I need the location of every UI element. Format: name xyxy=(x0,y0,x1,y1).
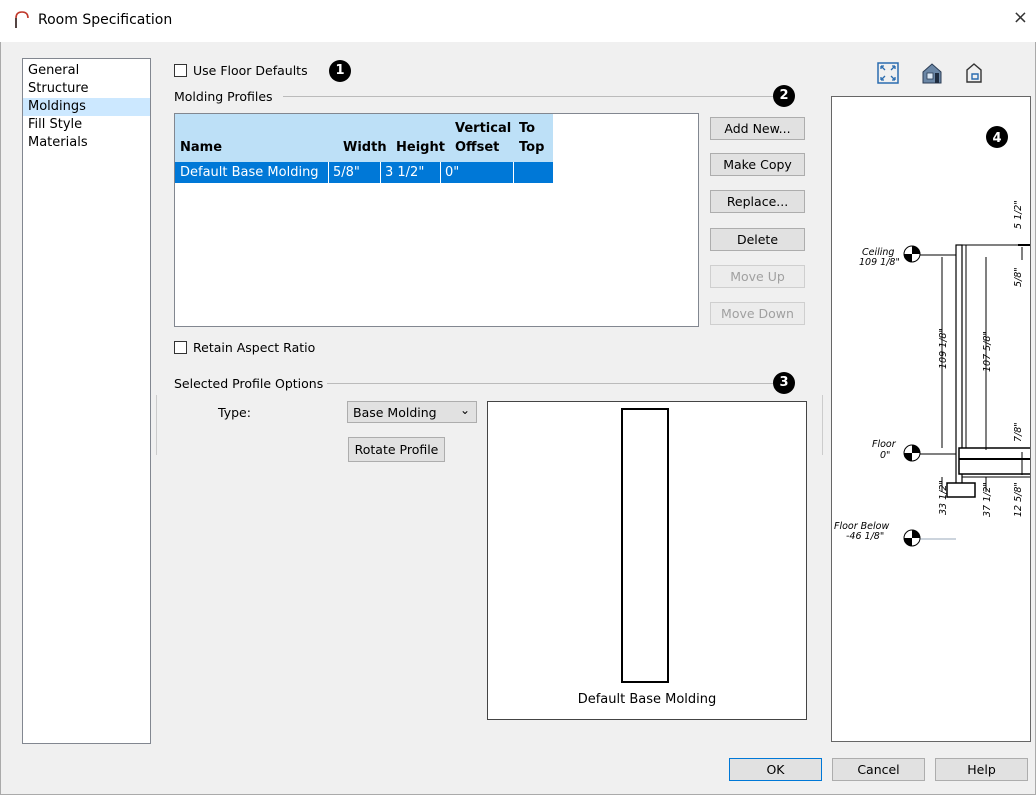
ceiling-value: 109 1/8" xyxy=(859,257,900,268)
column-to[interactable]: To xyxy=(519,121,535,137)
elevation-icon[interactable] xyxy=(962,61,986,85)
use-floor-defaults-checkbox[interactable] xyxy=(174,64,187,77)
cell-separator xyxy=(328,162,329,183)
chevron-down-icon: ⌄ xyxy=(459,403,470,417)
cell-separator xyxy=(440,162,441,183)
dim-109: 109 1/8" xyxy=(938,328,949,369)
callout-4: 4 xyxy=(992,131,1001,146)
column-height[interactable]: Height xyxy=(396,140,445,156)
dim-12: 12 5/8" xyxy=(1013,482,1024,517)
section-view-drawing: 4 Ceiling 109 1/8" Floor 0" Floor Below … xyxy=(834,126,1030,547)
window-title: Room Specification xyxy=(38,12,173,28)
category-list[interactable]: General Structure Moldings Fill Style Ma… xyxy=(22,58,151,744)
cell-vertical-offset: 0" xyxy=(445,165,460,180)
add-new-button[interactable]: Add New... xyxy=(710,117,805,140)
molding-profile-shape xyxy=(621,408,669,683)
column-vertical[interactable]: Vertical xyxy=(455,121,511,137)
sidebar-item-structure[interactable]: Structure xyxy=(23,80,150,98)
floor-value: 0" xyxy=(880,450,890,461)
cell-separator xyxy=(380,162,381,183)
make-copy-button[interactable]: Make Copy xyxy=(710,153,805,176)
table-header: Name Width Height Vertical Offset To Top xyxy=(175,114,553,162)
retain-aspect-ratio-checkbox[interactable] xyxy=(174,341,187,354)
cell-name: Default Base Molding xyxy=(180,165,319,180)
callout-3: 3 xyxy=(773,372,795,394)
retain-aspect-ratio-label: Retain Aspect Ratio xyxy=(193,340,316,355)
cell-separator xyxy=(513,162,514,183)
splitter-right[interactable] xyxy=(822,395,823,455)
close-icon[interactable]: × xyxy=(1013,7,1028,28)
sidebar-item-fill-style[interactable]: Fill Style xyxy=(23,116,150,134)
callout-2: 2 xyxy=(773,85,795,107)
house-icon[interactable] xyxy=(920,61,944,85)
column-name[interactable]: Name xyxy=(180,140,222,156)
move-down-button[interactable]: Move Down xyxy=(710,302,805,325)
profile-preview-label: Default Base Molding xyxy=(577,692,717,707)
selected-profile-options-label: Selected Profile Options xyxy=(174,376,324,391)
floor-label: Floor xyxy=(872,439,897,450)
molding-profiles-table[interactable]: Name Width Height Vertical Offset To Top… xyxy=(174,113,699,327)
use-floor-defaults-label: Use Floor Defaults xyxy=(193,63,308,78)
profile-preview: Default Base Molding xyxy=(487,401,807,720)
type-select-value: Base Molding xyxy=(353,405,437,420)
ceiling-marker xyxy=(903,245,921,263)
type-select[interactable]: Base Molding ⌄ xyxy=(347,401,477,423)
arch-icon xyxy=(15,11,29,28)
help-button[interactable]: Help xyxy=(935,758,1028,781)
dim-five-eighths: 5/8" xyxy=(1013,267,1024,287)
replace-button[interactable]: Replace... xyxy=(710,190,805,213)
molding-profiles-label: Molding Profiles xyxy=(174,89,273,104)
floor-marker xyxy=(903,444,921,462)
section-view-preview: 4 Ceiling 109 1/8" Floor 0" Floor Below … xyxy=(831,96,1031,742)
molding-profiles-divider xyxy=(283,96,773,97)
dim-107: 107 5/8" xyxy=(982,331,993,372)
type-label: Type: xyxy=(218,405,251,420)
sidebar-item-moldings[interactable]: Moldings xyxy=(23,98,150,116)
cell-height: 3 1/2" xyxy=(385,165,425,180)
ok-button[interactable]: OK xyxy=(729,758,822,781)
dim-top: 5 1/2" xyxy=(1013,200,1024,229)
sidebar-item-general[interactable]: General xyxy=(23,62,150,80)
delete-button[interactable]: Delete xyxy=(710,228,805,251)
column-width[interactable]: Width xyxy=(343,140,387,156)
selected-profile-options-divider xyxy=(327,383,773,384)
cancel-button[interactable]: Cancel xyxy=(832,758,925,781)
column-offset: Offset xyxy=(455,140,500,155)
dim-33: 33 1/2" xyxy=(938,480,949,515)
cell-width: 5/8" xyxy=(333,165,360,180)
table-row[interactable]: Default Base Molding 5/8" 3 1/2" 0" xyxy=(175,162,553,183)
fill-window-icon[interactable] xyxy=(876,61,900,85)
splitter-left[interactable] xyxy=(156,395,157,455)
floor-below-value: -46 1/8" xyxy=(846,531,884,542)
column-top: Top xyxy=(519,140,545,155)
title-bar: Room Specification × xyxy=(0,0,1036,42)
callout-1: 1 xyxy=(329,60,351,82)
rotate-profile-button[interactable]: Rotate Profile xyxy=(348,437,445,462)
move-up-button[interactable]: Move Up xyxy=(710,265,805,288)
sidebar-item-materials[interactable]: Materials xyxy=(23,134,150,152)
dim-seven-eighths: 7/8" xyxy=(1013,422,1024,442)
dim-37: 37 1/2" xyxy=(982,482,993,517)
floor-below-marker xyxy=(903,529,921,547)
